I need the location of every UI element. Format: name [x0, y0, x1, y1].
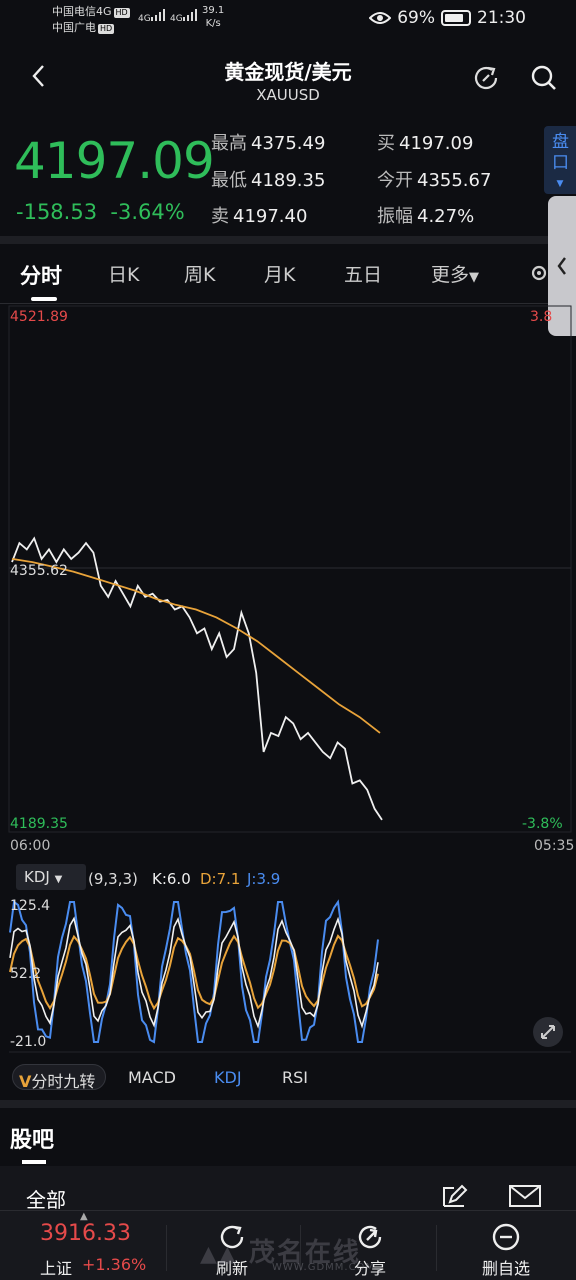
- stat-high: 最高 4375.49: [211, 133, 326, 154]
- mail-icon[interactable]: [508, 1184, 542, 1208]
- stat-open: 今开 4355.67: [377, 170, 492, 191]
- carrier-2: 中国广电 HD: [52, 21, 115, 34]
- chart-bottom-price: 4189.35: [10, 816, 68, 832]
- watermark-url: WWW.GDMM.COM: [272, 1262, 376, 1273]
- pankou-button[interactable]: 盘口 ▼: [544, 126, 576, 194]
- indicator-tabs: V分时九转 MACD KDJ RSI: [0, 1062, 576, 1094]
- section-divider: [0, 236, 576, 244]
- kdj-y-mid: 52.2: [10, 966, 42, 982]
- tab-weekly-k[interactable]: 周K: [184, 260, 215, 287]
- kdj-k-value: K:6.0: [152, 870, 191, 888]
- average-price-line: [11, 558, 381, 734]
- stat-sell: 卖 4197.40: [211, 206, 308, 227]
- signal-icon: 4G: [138, 9, 167, 24]
- settings-icon[interactable]: [528, 262, 550, 284]
- kdj-chart[interactable]: [0, 892, 576, 1056]
- section-divider-2: [0, 1100, 576, 1108]
- stat-amplitude: 振幅 4.27%: [377, 206, 475, 227]
- tab-five-day[interactable]: 五日: [344, 260, 382, 287]
- forum-underline: [22, 1160, 46, 1164]
- battery-pct: 69%: [397, 8, 435, 28]
- net-speed: 39.1 K/s: [202, 5, 225, 29]
- kdj-params: (9,3,3): [88, 870, 138, 888]
- tab-nine-turn[interactable]: V分时九转: [12, 1064, 107, 1091]
- forum-title[interactable]: 股吧: [10, 1122, 54, 1154]
- remove-watchlist-button[interactable]: 删自选: [464, 1211, 548, 1280]
- tab-monthly-k[interactable]: 月K: [264, 260, 295, 287]
- chart-mid-price: 4355.62: [10, 563, 68, 579]
- tab-more[interactable]: 更多▼: [431, 260, 479, 287]
- expand-icon[interactable]: [532, 1016, 564, 1048]
- index-value: 3916.33: [40, 1221, 131, 1246]
- tab-intraday[interactable]: 分时: [20, 260, 62, 290]
- tab-underline: [31, 297, 57, 301]
- indicator-selector[interactable]: KDJ ▼: [16, 864, 86, 890]
- tab-macd[interactable]: MACD: [128, 1068, 176, 1087]
- eye-icon: [369, 12, 392, 24]
- kdj-y-top: 125.4: [10, 898, 51, 914]
- period-tabs: 分时 日K 周K 月K 五日 更多▼: [0, 246, 576, 304]
- separator: [436, 1225, 437, 1271]
- kdj-j-value: J:3.9: [247, 870, 281, 888]
- kdj-y-bottom: -21.0: [10, 1034, 47, 1050]
- minus-circle-icon: [492, 1223, 520, 1251]
- carrier-1: 中国电信4G HD: [52, 5, 130, 18]
- separator: [166, 1225, 167, 1271]
- tab-rsi[interactable]: RSI: [282, 1068, 308, 1087]
- status-bar: 中国电信4G HD 中国广电 HD 4G 4G 39.1 K/s 69% 21:30: [0, 0, 576, 40]
- kdj-d-value: D:7.1: [200, 870, 241, 888]
- stat-low: 最低 4189.35: [211, 170, 326, 191]
- signal-icon-2: 4G: [170, 9, 199, 24]
- forum-filter-row: [0, 1166, 576, 1210]
- chart-top-pct: 3.8: [530, 309, 553, 325]
- chart-top-price: 4521.89: [10, 309, 68, 325]
- refresh-icon[interactable]: [470, 62, 502, 94]
- price-line: [11, 536, 383, 821]
- battery-icon: [441, 10, 471, 26]
- chart-bottom-pct: -3.8%: [522, 816, 563, 832]
- clock: 21:30: [477, 8, 526, 28]
- edit-icon[interactable]: [440, 1182, 468, 1210]
- index-name: 上证: [40, 1259, 73, 1278]
- tab-kdj[interactable]: KDJ: [214, 1068, 242, 1087]
- stat-buy: 买 4197.09: [377, 133, 474, 154]
- price-change: -158.53 -3.64%: [16, 200, 185, 224]
- chart-start-time: 06:00: [10, 838, 51, 854]
- chart-end-time: 05:35: [534, 838, 575, 854]
- index-pct: +1.36%: [82, 1255, 147, 1274]
- forum-filter-all[interactable]: 全部: [26, 1184, 66, 1213]
- header: 黄金现货/美元 XAUUSD: [0, 44, 576, 114]
- tab-daily-k[interactable]: 日K: [108, 260, 139, 287]
- current-price: 4197.09: [14, 132, 215, 190]
- price-chart[interactable]: [0, 304, 576, 864]
- watermark-logo-icon: ▲▲: [200, 1242, 238, 1267]
- search-icon[interactable]: [528, 62, 560, 94]
- index-caret-icon: ▲: [80, 1211, 88, 1222]
